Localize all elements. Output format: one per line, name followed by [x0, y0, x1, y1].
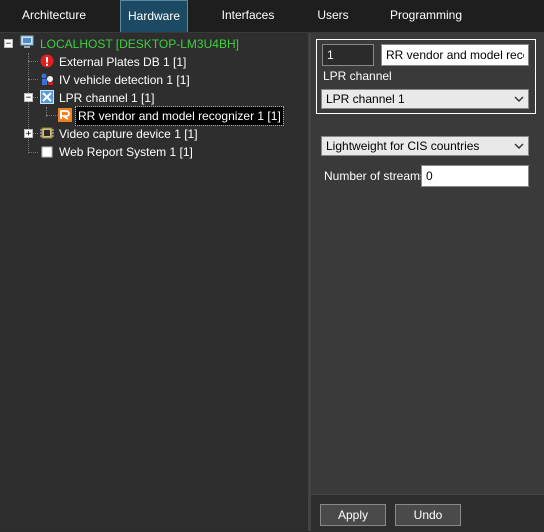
tree-connector — [28, 61, 38, 62]
mode-select[interactable]: Lightweight for CIS countries — [321, 136, 529, 156]
tab-users[interactable]: Users — [304, 0, 362, 32]
mode-select-value: Lightweight for CIS countries — [326, 139, 480, 153]
tree-item-external-plates-db[interactable]: External Plates DB 1 [1] — [59, 53, 186, 71]
collapse-toggle[interactable]: − — [24, 93, 33, 103]
tree-item-rr-recognizer[interactable]: RR vendor and model recognizer 1 [1] — [75, 106, 284, 126]
streams-field[interactable] — [421, 165, 529, 187]
tab-architecture[interactable]: Architecture — [12, 0, 96, 32]
tree-item-web-report-system[interactable]: Web Report System 1 [1] — [59, 143, 193, 161]
lpr-channel-label: LPR channel — [323, 69, 392, 83]
tab-programming[interactable]: Programming — [384, 0, 468, 32]
tree-root-label[interactable]: LOCALHOST [DESKTOP-LM3U4BH] — [40, 35, 239, 53]
apply-button[interactable]: Apply — [320, 504, 386, 526]
object-id-field[interactable] — [322, 44, 374, 66]
streams-label: Number of streams: — [324, 169, 430, 183]
tab-hardware[interactable]: Hardware — [120, 0, 188, 32]
tab-interfaces[interactable]: Interfaces — [214, 0, 282, 32]
lpr-channel-icon — [40, 90, 54, 104]
error-icon — [40, 54, 54, 68]
tree-connector — [28, 79, 38, 80]
tree-connector — [46, 115, 58, 116]
capture-device-icon — [40, 127, 54, 139]
hardware-tree: − LOCALHOST [DESKTOP-LM3U4BH] External P… — [0, 33, 308, 531]
web-report-icon — [41, 146, 53, 158]
chevron-down-icon — [514, 143, 524, 149]
lpr-channel-select[interactable]: LPR channel 1 — [321, 89, 529, 109]
tree-connector — [28, 152, 38, 153]
computer-icon — [20, 35, 34, 48]
tab-bar: Architecture Hardware Interfaces Users P… — [0, 0, 544, 33]
chevron-down-icon — [514, 96, 524, 102]
recognizer-icon — [58, 108, 72, 122]
collapse-toggle[interactable]: − — [4, 39, 13, 49]
tree-item-iv-vehicle-detection[interactable]: IV vehicle detection 1 [1] — [59, 71, 190, 89]
tree-item-video-capture-device[interactable]: Video capture device 1 [1] — [59, 125, 198, 143]
object-name-field[interactable] — [381, 44, 529, 66]
undo-button[interactable]: Undo — [395, 504, 461, 526]
expand-toggle[interactable]: + — [24, 129, 33, 139]
vehicle-detection-icon — [41, 73, 53, 85]
lpr-channel-select-value: LPR channel 1 — [326, 92, 405, 106]
tree-item-lpr-channel[interactable]: LPR channel 1 [1] — [59, 89, 154, 107]
footer-bar: Apply Undo — [311, 494, 544, 532]
